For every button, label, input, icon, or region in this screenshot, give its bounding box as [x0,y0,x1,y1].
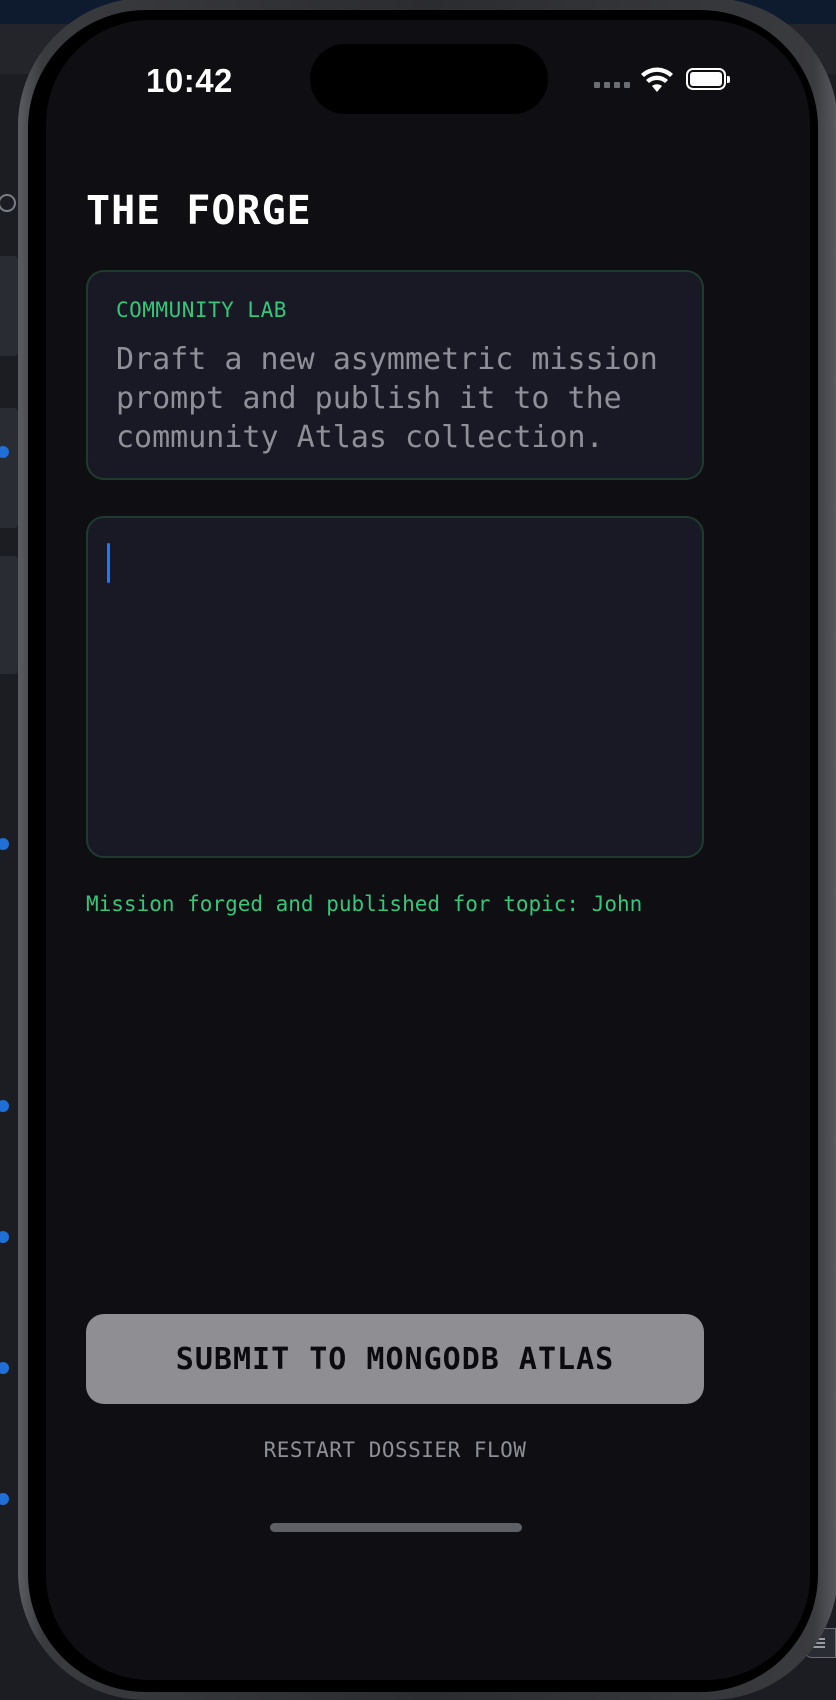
wifi-icon [641,67,673,92]
community-lab-label: COMMUNITY LAB [116,298,287,322]
submit-to-atlas-button[interactable]: SUBMIT TO MONGODB ATLAS [86,1314,704,1404]
mission-prompt-input[interactable] [86,516,704,858]
desktop-side-panel [0,556,18,674]
desktop-side-panel [0,408,18,528]
text-cursor [107,543,110,583]
status-message: Mission forged and published for topic: … [86,892,643,916]
desktop-radio-icon [0,194,16,212]
status-bar-time: 10:42 [146,62,233,99]
desktop-side-panel [0,256,18,356]
community-lab-card: COMMUNITY LAB Draft a new asymmetric mis… [86,270,704,480]
breakpoint-dot-icon [0,1231,9,1243]
restart-dossier-flow-link[interactable]: RESTART DOSSIER FLOW [46,1438,744,1462]
page-title: THE FORGE [86,188,312,234]
breakpoint-dot-icon [0,1362,9,1374]
breakpoint-dot-icon [0,1493,9,1505]
app-screen: 10:42 THE FORGE COMMUNITY LAB Draft a ne… [46,20,810,1680]
community-lab-description: Draft a new asymmetric mission prompt an… [116,342,658,455]
dynamic-island [310,44,548,114]
breakpoint-dot-icon [0,1100,9,1112]
home-indicator[interactable] [270,1523,522,1532]
battery-icon [686,68,730,90]
cellular-signal-icon [594,82,630,88]
breakpoint-dot-icon [0,838,9,850]
